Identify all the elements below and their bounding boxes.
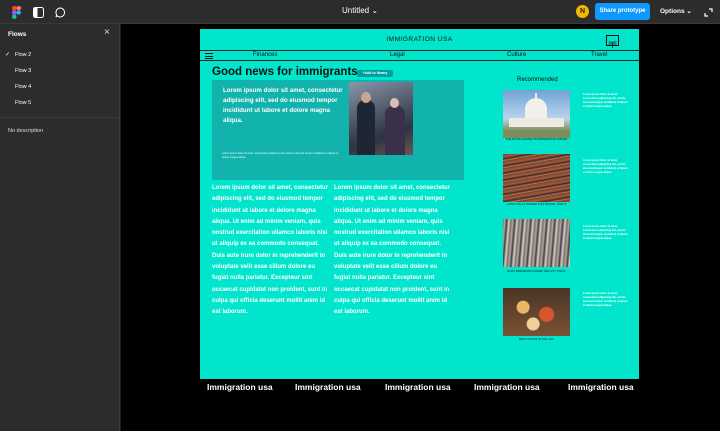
nav-travel[interactable]: Travel: [591, 52, 607, 58]
hero-text: Lorem ipsum dolor sit amet, consectetur …: [223, 87, 343, 124]
expand-icon[interactable]: [700, 4, 716, 20]
file-title-text: Untitled: [341, 6, 370, 15]
hero-image: [349, 82, 413, 155]
recommended-caption: BEST FOODS IN THE USA: [519, 337, 554, 341]
recommended-text: Lorem ipsum dolor sit amet, consectetur …: [583, 292, 628, 308]
sidebar-title: Flows: [8, 31, 27, 38]
add-to-library-button[interactable]: +Add to library: [357, 70, 393, 77]
divider: [0, 117, 120, 118]
top-toolbar: Untitled ⌄ N Share prototype Options ⌄: [0, 0, 720, 24]
nav-legal[interactable]: Legal: [390, 52, 405, 58]
body-column-1: Lorem ipsum dolor sit amet, consectetur …: [212, 185, 329, 316]
recommended-caption: THE WHITE HOUSE ON IMMIGRATION ISSUES: [505, 137, 568, 141]
sidebar-item-flow-5[interactable]: Flow 5: [15, 100, 31, 106]
nav-bottom-border: [200, 60, 639, 61]
recommended-title: Recommended: [517, 77, 558, 83]
sidebar-item-flow-4[interactable]: Flow 4: [15, 84, 31, 90]
recommended-text: Lorem ipsum dolor sit amet, consectetur …: [583, 159, 628, 175]
nav-culture[interactable]: Culture: [507, 52, 526, 58]
recommended-text: Lorem ipsum dolor sit amet, consectetur …: [583, 225, 628, 241]
footer-link[interactable]: Immigration usa: [207, 382, 273, 392]
sidebar-item-flow-2[interactable]: Flow 2: [15, 52, 31, 58]
flows-sidebar: Flows × ✓ Flow 2 Flow 3 Flow 4 Flow 5 No…: [0, 24, 120, 431]
site-title: IMMIGRATION USA: [386, 36, 453, 43]
body-column-2: Lorem ipsum dolor sit amet, consectetur …: [334, 185, 451, 316]
recommended-image-capitol[interactable]: [503, 90, 570, 138]
prototype-frame[interactable]: IMMIGRATION USA Finances Legal Culture T…: [200, 29, 639, 379]
chevron-down-icon: ⌄: [371, 6, 379, 15]
headline: Good news for immigrants: [212, 66, 358, 78]
hero-small-text: Lorem ipsum dolor sit amet, consectetur …: [222, 152, 339, 159]
recommended-image-food[interactable]: [503, 288, 570, 336]
avatar[interactable]: N: [576, 5, 589, 18]
options-label: Options: [660, 8, 685, 15]
nav-top-border: [200, 50, 639, 51]
site-footer: Immigration usa Immigration usa Immigrat…: [200, 379, 639, 400]
chevron-down-icon: ⌄: [686, 8, 692, 15]
book-icon[interactable]: [606, 35, 619, 48]
recommended-caption: WHAT IMMIGRANTS MADE THE CITY TODAY: [507, 269, 566, 273]
recommended-image-crowd[interactable]: [503, 219, 570, 267]
sidebar-item-flow-3[interactable]: Flow 3: [15, 68, 31, 74]
footer-link[interactable]: Immigration usa: [295, 382, 361, 392]
footer-link[interactable]: Immigration usa: [474, 382, 540, 392]
close-icon[interactable]: ×: [104, 27, 110, 38]
recommended-caption: LATEST BILLS PASSED THIS MONTH, FIND IT: [506, 202, 567, 206]
footer-link[interactable]: Immigration usa: [385, 382, 451, 392]
footer-link[interactable]: Immigration usa: [568, 382, 634, 392]
nav-finances[interactable]: Finances: [253, 52, 277, 58]
share-prototype-button[interactable]: Share prototype: [595, 3, 650, 20]
check-icon: ✓: [5, 52, 11, 58]
flow-description: No description: [8, 128, 44, 134]
recommended-text: Lorem ipsum dolor sit amet, consectetur …: [583, 93, 628, 109]
hero-card[interactable]: Lorem ipsum dolor sit amet, consectetur …: [212, 80, 464, 180]
options-menu[interactable]: Options ⌄: [660, 7, 692, 15]
recommended-image-congress[interactable]: [503, 154, 570, 202]
